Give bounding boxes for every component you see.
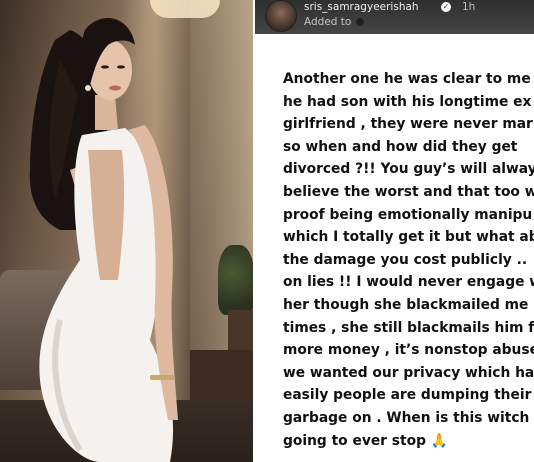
story-text-line: going to ever stop 🙏	[283, 432, 448, 449]
avatar[interactable]	[265, 0, 297, 32]
story-panel: sris_samragyeerishah ✓ 1h Added to Anoth…	[255, 0, 534, 462]
story-text-line: the damage you cost publicly ..	[283, 251, 528, 268]
story-text-line: proof being emotionally manipu	[283, 206, 533, 223]
story-text-line: easily people are dumping their	[283, 387, 532, 404]
story-timestamp: 1h	[462, 1, 476, 13]
story-text-line: on lies !! I would never engage w	[283, 274, 534, 291]
story-text-line: which I totally get it but what ab	[283, 229, 534, 246]
story-text-line: believe the worst and that too w	[283, 183, 534, 200]
story-header: sris_samragyeerishah ✓ 1h Added to	[255, 0, 534, 34]
story-text-line: times , she still blackmails him f	[283, 319, 534, 336]
story-text-line: so when and how did they get	[283, 138, 518, 155]
story-text-line: Another one he was clear to me	[283, 71, 531, 87]
neck	[95, 95, 118, 130]
verified-check-icon: ✓	[441, 2, 451, 12]
photo-panel	[0, 0, 253, 462]
story-text-line: girlfriend , they were never marr	[283, 116, 534, 133]
story-text-line: we wanted our privacy which ha	[283, 364, 534, 381]
added-to-text: Added to	[304, 16, 352, 28]
story-text-line: garbage on . When is this witch	[283, 409, 530, 426]
woman-in-white-dress-photo	[29, 18, 178, 462]
story-text-line: more money , it’s nonstop abuse	[283, 342, 534, 359]
highlight-icon	[355, 18, 364, 26]
added-to-label[interactable]: Added to	[304, 16, 364, 28]
story-username[interactable]: sris_samragyeerishah	[304, 1, 419, 13]
story-text-line: he had son with his longtime ex	[283, 93, 532, 110]
story-text-line: divorced ?!! You guy’s will alway	[283, 161, 534, 178]
story-text: Another one he was clear to me he had so…	[283, 68, 534, 452]
story-text-line: her though she blackmailed me	[283, 296, 529, 313]
